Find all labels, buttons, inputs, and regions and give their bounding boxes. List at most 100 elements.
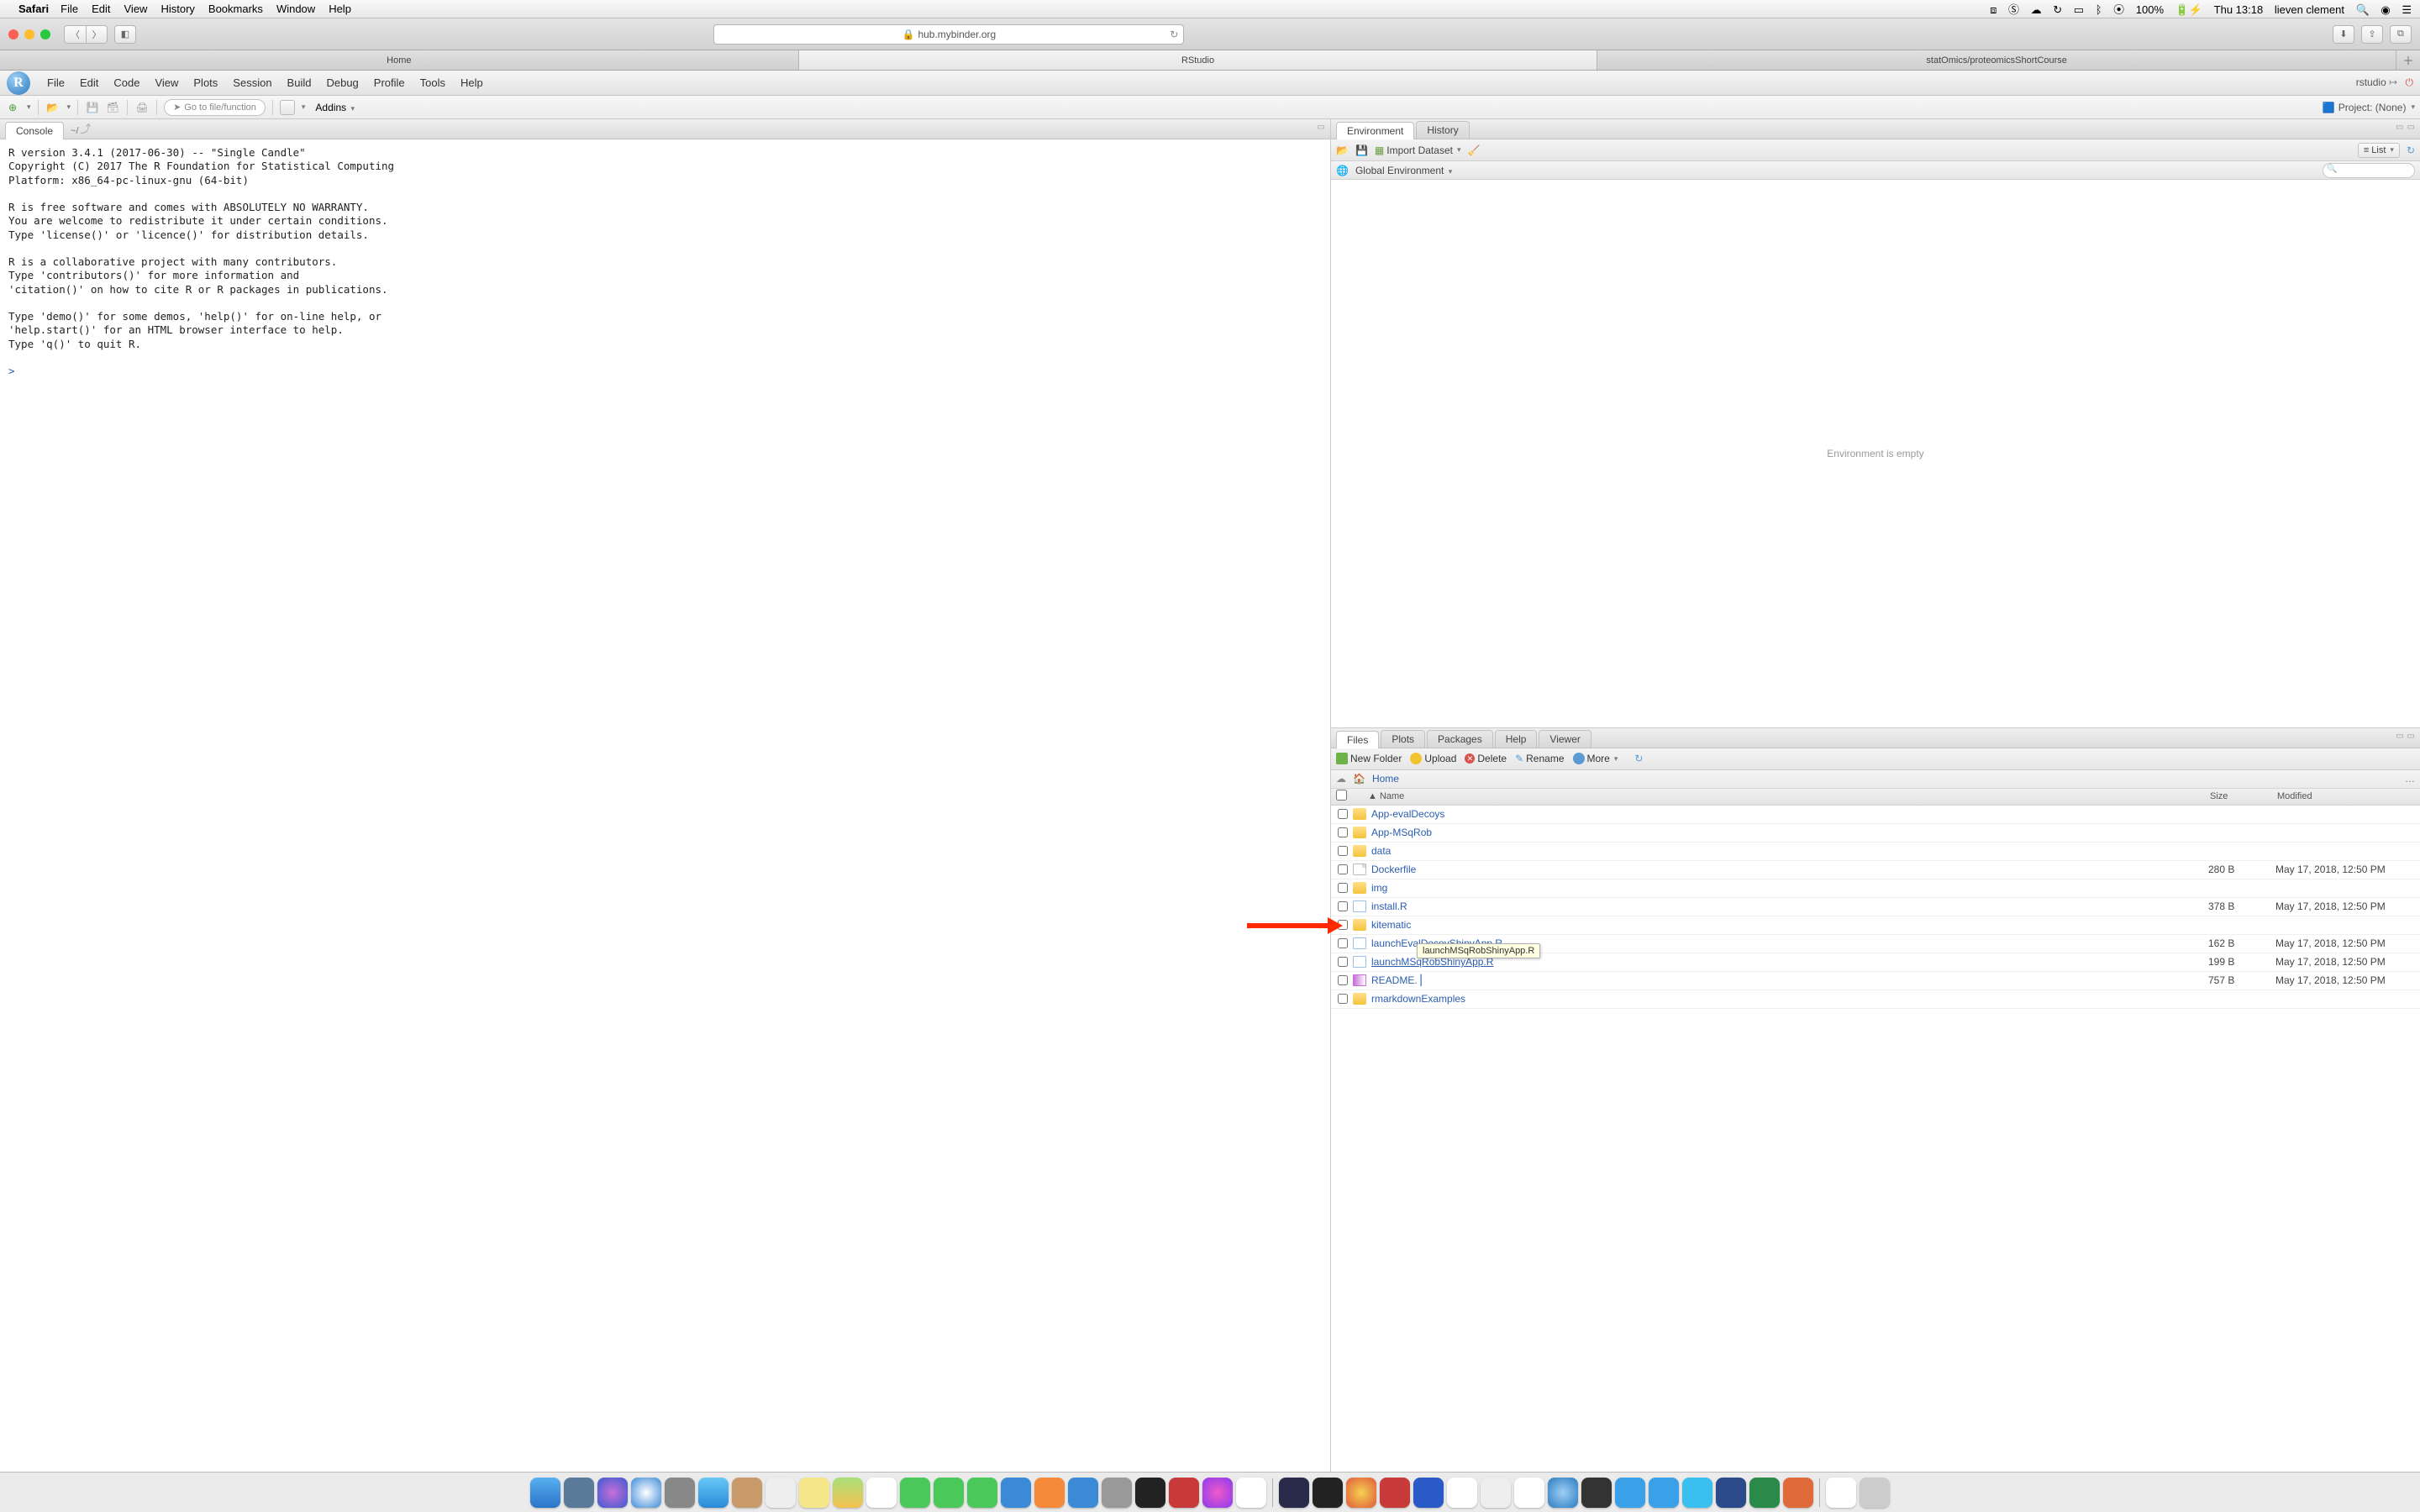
save-icon[interactable]: 💾: [85, 100, 100, 115]
dropbox-icon[interactable]: ⧈: [1990, 3, 1996, 16]
plots-tab[interactable]: Plots: [1381, 730, 1425, 748]
file-checkbox[interactable]: [1338, 920, 1348, 930]
select-all-checkbox[interactable]: [1336, 790, 1347, 801]
clear-env-icon[interactable]: 🧹: [1467, 144, 1480, 156]
print-icon[interactable]: 🖨: [134, 100, 150, 115]
rs-menu-view[interactable]: View: [155, 76, 178, 89]
addins-menu[interactable]: Addins ▾: [315, 102, 355, 113]
dock-notes-icon[interactable]: [799, 1478, 829, 1508]
col-size[interactable]: Size: [2210, 791, 2277, 801]
dock-photos-icon[interactable]: [866, 1478, 897, 1508]
refresh-env-icon[interactable]: ↻: [2407, 144, 2415, 156]
delete-button[interactable]: ✕Delete: [1465, 753, 1507, 764]
spotlight-icon[interactable]: 🔍: [2356, 3, 2370, 16]
file-link[interactable]: rmarkdownExamples: [1353, 993, 2208, 1005]
dock-ibooks-icon[interactable]: [1034, 1478, 1065, 1508]
col-name[interactable]: ▲ Name: [1353, 791, 2210, 801]
menu-help[interactable]: Help: [329, 3, 351, 15]
new-tab-button[interactable]: ＋: [2396, 50, 2420, 70]
rs-menu-debug[interactable]: Debug: [326, 76, 358, 89]
dock-appstore-icon[interactable]: [1068, 1478, 1098, 1508]
col-modified[interactable]: Modified: [2277, 791, 2420, 801]
dock-calendar-icon[interactable]: [1236, 1478, 1266, 1508]
file-checkbox[interactable]: [1338, 827, 1348, 837]
tab-home[interactable]: Home: [0, 50, 799, 70]
env-scope-select[interactable]: Global Environment ▾: [1355, 165, 1452, 176]
help-tab[interactable]: Help: [1495, 730, 1538, 748]
new-file-icon[interactable]: ⊕: [5, 100, 20, 115]
maximize-files-icon[interactable]: ▭: [2407, 732, 2415, 741]
dock-app-icon[interactable]: [564, 1478, 594, 1508]
dock-shell-icon[interactable]: [1313, 1478, 1343, 1508]
dock-safari-icon[interactable]: [631, 1478, 661, 1508]
minimize-env-icon[interactable]: ▭: [2396, 123, 2403, 132]
file-link[interactable]: README.⎪: [1353, 974, 2208, 986]
rs-menu-tools[interactable]: Tools: [420, 76, 445, 89]
console-output[interactable]: R version 3.4.1 (2017-06-30) -- "Single …: [0, 139, 1330, 1472]
dock-itunes-icon[interactable]: [1202, 1478, 1233, 1508]
url-bar[interactable]: 🔒 hub.mybinder.org ↻: [713, 24, 1184, 45]
breadcrumb-root-icon[interactable]: ☁: [1336, 773, 1346, 785]
new-file-menu[interactable]: ▾: [27, 102, 31, 112]
project-menu[interactable]: 🟦 Project: (None) ▾: [2323, 102, 2415, 113]
file-checkbox[interactable]: [1338, 975, 1348, 985]
files-tab[interactable]: Files: [1336, 731, 1379, 748]
file-checkbox[interactable]: [1338, 883, 1348, 893]
sign-out-icon[interactable]: ↦: [2389, 76, 2397, 88]
menu-edit[interactable]: Edit: [92, 3, 110, 15]
file-checkbox[interactable]: [1338, 957, 1348, 967]
rs-menu-edit[interactable]: Edit: [80, 76, 98, 89]
more-button[interactable]: More ▾: [1573, 753, 1618, 764]
siri-icon[interactable]: ◉: [2381, 3, 2390, 16]
dock-excel-icon[interactable]: [1749, 1478, 1780, 1508]
open-file-icon[interactable]: 📂: [45, 100, 60, 115]
dock-inkscape-icon[interactable]: [1581, 1478, 1612, 1508]
back-button[interactable]: 〈: [64, 25, 86, 44]
battery-icon[interactable]: 🔋⚡: [2175, 3, 2202, 16]
dock-maps-icon[interactable]: [833, 1478, 863, 1508]
import-dataset-button[interactable]: ▦Import Dataset ▾: [1375, 144, 1461, 156]
save-all-icon[interactable]: 🗃: [105, 100, 120, 115]
dock-facetime-icon[interactable]: [934, 1478, 964, 1508]
bluetooth-icon[interactable]: ᛒ: [2096, 3, 2102, 16]
save-workspace-icon[interactable]: 💾: [1355, 144, 1368, 156]
dock-skype-dock-icon[interactable]: [1682, 1478, 1712, 1508]
dock-powerpoint-icon[interactable]: [1783, 1478, 1813, 1508]
dock-docs-icon[interactable]: [1826, 1478, 1856, 1508]
dock-rstudio-icon[interactable]: [1548, 1478, 1578, 1508]
pane-layout-icon[interactable]: [280, 100, 295, 115]
rs-menu-file[interactable]: File: [47, 76, 65, 89]
breadcrumb-more[interactable]: …: [2405, 773, 2415, 785]
dock-reminders-icon[interactable]: [765, 1478, 796, 1508]
maximize-env-icon[interactable]: ▭: [2407, 123, 2415, 132]
pane-layout-menu[interactable]: ▾: [302, 102, 306, 112]
rs-menu-profile[interactable]: Profile: [374, 76, 405, 89]
goto-file-input[interactable]: ➤ Go to file/function: [164, 99, 266, 116]
tab-rstudio[interactable]: RStudio: [799, 50, 1598, 70]
user-name[interactable]: lieven clement: [2275, 3, 2344, 16]
upload-button[interactable]: Upload: [1410, 753, 1456, 764]
rs-menu-plots[interactable]: Plots: [193, 76, 218, 89]
maximize-console-icon[interactable]: ▭: [1318, 123, 1325, 132]
dock-numbers-icon[interactable]: [967, 1478, 997, 1508]
console-tab[interactable]: Console: [5, 122, 64, 139]
dock-contacts-icon[interactable]: [732, 1478, 762, 1508]
dock-mendeley-icon[interactable]: [1380, 1478, 1410, 1508]
menu-history[interactable]: History: [160, 3, 194, 15]
rs-menu-code[interactable]: Code: [113, 76, 139, 89]
airplay-icon[interactable]: ▭: [2074, 3, 2084, 16]
zoom-window[interactable]: [40, 29, 50, 39]
file-checkbox[interactable]: [1338, 846, 1348, 856]
file-checkbox[interactable]: [1338, 938, 1348, 948]
tabs-button[interactable]: ⧉: [2390, 25, 2412, 44]
dock-terminal-icon[interactable]: [1135, 1478, 1165, 1508]
menu-bookmarks[interactable]: Bookmarks: [208, 3, 263, 15]
dock-messages-icon[interactable]: [900, 1478, 930, 1508]
wifi-icon[interactable]: ⦿: [2113, 3, 2124, 16]
file-checkbox[interactable]: [1338, 864, 1348, 874]
dock-cisco-icon[interactable]: [1169, 1478, 1199, 1508]
app-name[interactable]: Safari: [18, 3, 49, 15]
refresh-files-icon[interactable]: ↻: [1634, 753, 1643, 764]
dock-chrome-icon[interactable]: [1346, 1478, 1376, 1508]
sidebar-button[interactable]: ◧: [114, 25, 136, 44]
